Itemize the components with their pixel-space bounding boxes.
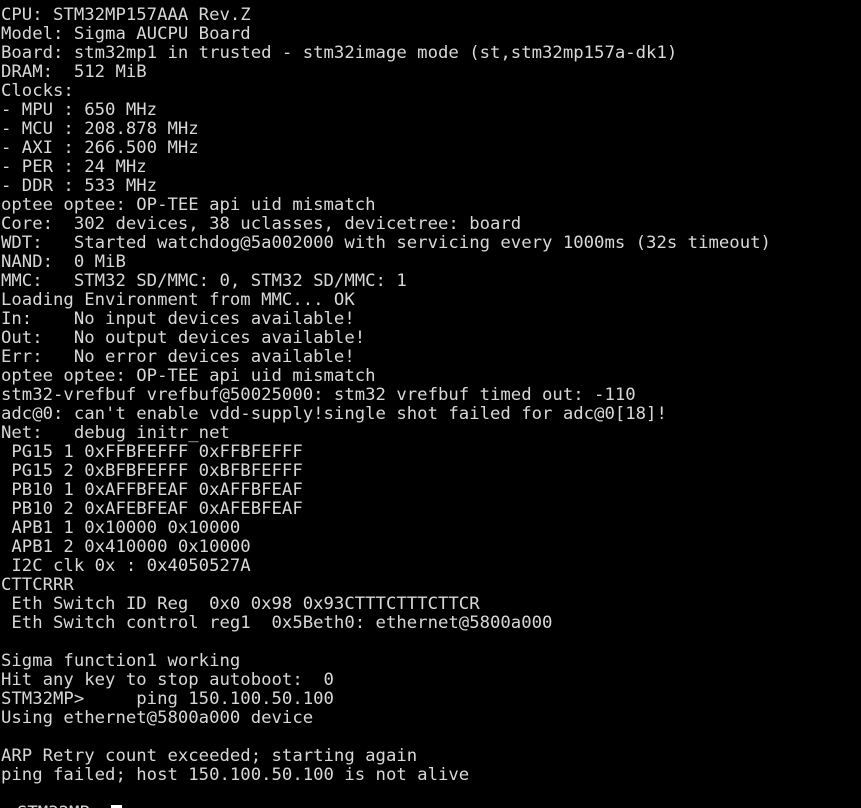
- console-line: - PER : 24 MHz: [1, 157, 147, 177]
- console-line: APB1 2 0x410000 0x10000: [1, 537, 251, 557]
- console-line: - MCU : 208.878 MHz: [1, 119, 199, 139]
- console-line: CPU: STM32MP157AAA Rev.Z: [1, 5, 251, 25]
- console-line: Core: 302 devices, 38 uclasses, devicetr…: [1, 214, 522, 234]
- console-line: APB1 1 0x10000 0x10000: [1, 518, 241, 538]
- console-line: Eth Switch ID Reg 0x0 0x98 0x93CTTTCTTTC…: [1, 594, 480, 614]
- console-line: stm32-vrefbuf vrefbuf@50025000: stm32 vr…: [1, 385, 636, 405]
- console-line: adc@0: can't enable vdd-supply!single sh…: [1, 404, 667, 424]
- console-line: MMC: STM32 SD/MMC: 0, STM32 SD/MMC: 1: [1, 271, 407, 291]
- console-line: Model: Sigma AUCPU Board: [1, 24, 251, 44]
- console-line: Sigma function1 working: [1, 651, 241, 671]
- console-line: NAND: 0 MiB: [1, 252, 126, 272]
- console-output: CPU: STM32MP157AAA Rev.Z Model: Sigma AUC…: [1, 6, 861, 785]
- console-line: DRAM: 512 MiB: [1, 62, 147, 82]
- shell-prompt: STM32MP>: [17, 803, 111, 808]
- console-line: STM32MP> ping 150.100.50.100: [1, 689, 334, 709]
- console-line: PG15 2 0xBFBFEFFF 0xBFBFEFFF: [1, 461, 303, 481]
- console-line: Err: No error devices available!: [1, 347, 355, 367]
- console-line: Loading Environment from MMC... OK: [1, 290, 355, 310]
- console-line: Board: stm32mp1 in trusted - stm32image …: [1, 43, 678, 63]
- prompt-line[interactable]: STM32MP>: [1, 785, 861, 808]
- console-line: - DDR : 533 MHz: [1, 176, 158, 196]
- console-line: PG15 1 0xFFBFEFFF 0xFFBFEFFF: [1, 442, 303, 462]
- console-line: I2C clk 0x : 0x4050527A: [1, 556, 251, 576]
- console-line: Clocks:: [1, 81, 74, 101]
- console-line: CTTCRRR: [1, 575, 74, 595]
- console-line: Net: debug initr_net: [1, 423, 230, 443]
- console-line: Eth Switch control reg1 0x5Beth0: ethern…: [1, 613, 553, 633]
- console-line: In: No input devices available!: [1, 309, 355, 329]
- console-line: ARP Retry count exceeded; starting again: [1, 746, 418, 766]
- console-line: Hit any key to stop autoboot: 0: [1, 670, 334, 690]
- console-line: WDT: Started watchdog@5a002000 with serv…: [1, 233, 771, 253]
- console-line: - AXI : 266.500 MHz: [1, 138, 199, 158]
- console-line: optee optee: OP-TEE api uid mismatch: [1, 366, 376, 386]
- console-line: PB10 1 0xAFFBFEAF 0xAFFBFEAF: [1, 480, 303, 500]
- console-line: PB10 2 0xAFEBFEAF 0xAFEBFEAF: [1, 499, 303, 519]
- console-line: optee optee: OP-TEE api uid mismatch: [1, 195, 376, 215]
- console-line: - MPU : 650 MHz: [1, 100, 158, 120]
- console-line: ping failed; host 150.100.50.100 is not …: [1, 765, 470, 785]
- console-line: Using ethernet@5800a000 device: [1, 708, 314, 728]
- terminal-window[interactable]: CPU: STM32MP157AAA Rev.Z Model: Sigma AUC…: [0, 0, 861, 808]
- console-line: Out: No output devices available!: [1, 328, 366, 348]
